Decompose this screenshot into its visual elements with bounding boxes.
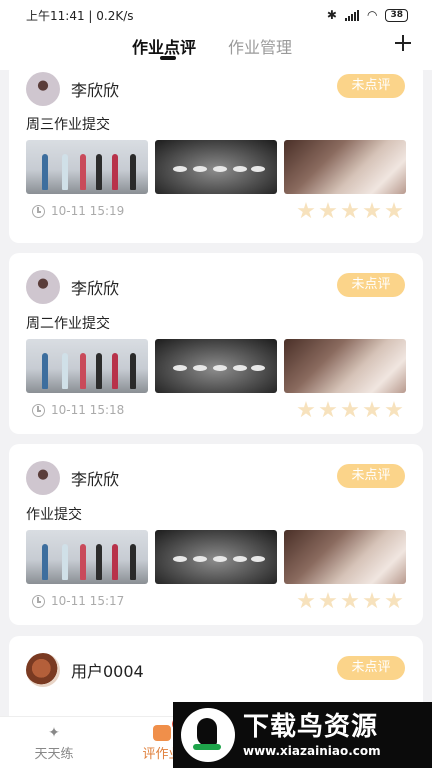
edit-icon: [153, 725, 171, 741]
star-icon[interactable]: ★: [318, 591, 338, 613]
homework-photo-1[interactable]: [26, 339, 148, 393]
review-card[interactable]: 李欣欣 未点评 作业提交 10-11 15:17 ★ ★ ★ ★ ★: [9, 444, 423, 625]
watermark-logo: [181, 708, 235, 762]
username[interactable]: 李欣欣: [71, 77, 119, 101]
clock-icon: [32, 404, 45, 417]
wifi-icon: ◠: [366, 8, 378, 22]
homework-photo-2[interactable]: [155, 339, 277, 393]
status-icons: ✱ ◠ 38: [327, 8, 408, 22]
star-icon[interactable]: ★: [340, 400, 360, 422]
watermark-banner: 下载鸟资源 www.xiazainiao.com: [173, 702, 432, 768]
star-icon[interactable]: ★: [362, 201, 382, 223]
username[interactable]: 李欣欣: [71, 275, 119, 299]
bluetooth-icon: ✱: [326, 8, 337, 22]
clock-icon: [32, 595, 45, 608]
rating-stars[interactable]: ★ ★ ★ ★ ★: [296, 400, 404, 422]
star-icon[interactable]: ★: [362, 591, 382, 613]
avatar[interactable]: [26, 270, 60, 304]
tab-indicator: [160, 56, 176, 60]
submit-time: 10-11 15:19: [51, 204, 125, 218]
homework-photo-1[interactable]: [26, 140, 148, 194]
star-icon[interactable]: ★: [384, 400, 404, 422]
homework-photo-2[interactable]: [155, 530, 277, 584]
battery-icon: 38: [385, 8, 408, 22]
star-icon[interactable]: ★: [296, 400, 316, 422]
star-icon[interactable]: ★: [340, 201, 360, 223]
star-icon[interactable]: ★: [318, 201, 338, 223]
rating-stars[interactable]: ★ ★ ★ ★ ★: [296, 201, 404, 223]
homework-photo-3[interactable]: [284, 339, 406, 393]
clock-icon: [32, 205, 45, 218]
star-icon[interactable]: ★: [362, 400, 382, 422]
tab-homework-manage[interactable]: 作业管理: [228, 34, 292, 58]
review-card[interactable]: 李欣欣 未点评 周三作业提交 10-11 15:19 ★ ★ ★ ★ ★: [9, 70, 423, 243]
status-time: 上午11:41 | 0.2K/s: [26, 8, 134, 23]
avatar[interactable]: [26, 72, 60, 106]
tab-homework-review[interactable]: 作业点评: [132, 34, 196, 58]
watermark-title: 下载鸟资源: [243, 712, 379, 742]
username[interactable]: 李欣欣: [71, 466, 119, 490]
star-icon[interactable]: ★: [384, 591, 404, 613]
dance-icon: ✦: [48, 725, 60, 741]
review-card[interactable]: 李欣欣 未点评 周二作业提交 10-11 15:18 ★ ★ ★ ★ ★: [9, 253, 423, 434]
nav-daily-practice[interactable]: ✦ 天天练: [24, 725, 84, 762]
status-bar: 上午11:41 | 0.2K/s ✱ ◠ 38: [0, 0, 432, 30]
homework-photo-3[interactable]: [284, 530, 406, 584]
avatar[interactable]: [26, 461, 60, 495]
submit-time: 10-11 15:18: [51, 403, 125, 417]
homework-title: 周二作业提交: [26, 316, 110, 332]
submit-time: 10-11 15:17: [51, 594, 125, 608]
homework-title: 作业提交: [26, 507, 82, 523]
star-icon[interactable]: ★: [296, 591, 316, 613]
homework-photo-1[interactable]: [26, 530, 148, 584]
status-badge: 未点评: [337, 464, 405, 488]
avatar[interactable]: [26, 653, 60, 687]
username[interactable]: 用户0004: [71, 658, 144, 682]
add-icon[interactable]: [394, 34, 412, 52]
star-icon[interactable]: ★: [296, 201, 316, 223]
rating-stars[interactable]: ★ ★ ★ ★ ★: [296, 591, 404, 613]
signal-icon: [344, 9, 359, 21]
homework-photo-3[interactable]: [284, 140, 406, 194]
star-icon[interactable]: ★: [340, 591, 360, 613]
star-icon[interactable]: ★: [384, 201, 404, 223]
homework-title: 周三作业提交: [26, 117, 110, 133]
review-feed[interactable]: 李欣欣 未点评 周三作业提交 10-11 15:19 ★ ★ ★ ★ ★ 李欣欣 未点评…: [0, 70, 432, 716]
status-badge: 未点评: [337, 273, 405, 297]
star-icon[interactable]: ★: [318, 400, 338, 422]
homework-photo-2[interactable]: [155, 140, 277, 194]
watermark-url: www.xiazainiao.com: [243, 744, 381, 758]
nav-label: 天天练: [34, 747, 74, 762]
top-header: 作业点评 作业管理: [0, 30, 432, 70]
status-badge: 未点评: [337, 656, 405, 680]
status-badge: 未点评: [337, 74, 405, 98]
